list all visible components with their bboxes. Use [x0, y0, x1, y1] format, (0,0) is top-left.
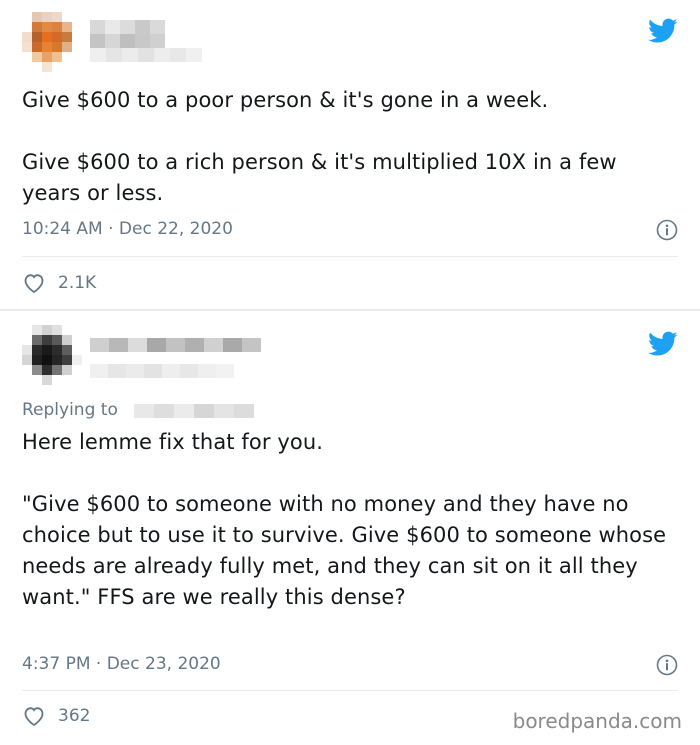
tweet-date: Dec 22, 2020: [118, 219, 233, 239]
display-name-redacted[interactable]: [90, 20, 165, 48]
like-button[interactable]: 362: [22, 705, 90, 727]
tweet-card: Give $600 to a poor person & it's gone i…: [0, 0, 700, 310]
twitter-bird-icon: [648, 18, 678, 43]
display-name-redacted[interactable]: [90, 338, 261, 352]
like-count: 2.1K: [58, 273, 97, 293]
username-redacted[interactable]: [90, 48, 202, 62]
like-count: 362: [58, 706, 91, 726]
divider: [22, 256, 678, 257]
twitter-bird-icon: [648, 331, 678, 356]
tweet-card: Replying to Here lemme fix that for you.…: [0, 310, 700, 745]
heart-icon: [24, 274, 44, 294]
replying-to-label: Replying to: [22, 400, 118, 420]
tweet-date: Dec 23, 2020: [106, 654, 221, 674]
info-icon[interactable]: [656, 219, 678, 241]
avatar[interactable]: [22, 325, 82, 385]
tweet-text: Here lemme fix that for you. "Give $600 …: [22, 430, 667, 609]
info-icon[interactable]: [656, 654, 678, 676]
tweet-timestamp[interactable]: 4:37 PM · Dec 23, 2020: [22, 654, 221, 674]
separator-dot: ·: [95, 654, 102, 674]
tweet-timestamp[interactable]: 10:24 AM · Dec 22, 2020: [22, 219, 233, 239]
avatar[interactable]: [22, 12, 82, 72]
tweet-text: Give $600 to a poor person & it's gone i…: [22, 88, 617, 205]
like-button[interactable]: 2.1K: [22, 272, 96, 294]
replying-to: Replying to: [22, 400, 118, 420]
divider: [22, 690, 678, 691]
username-redacted[interactable]: [90, 364, 234, 378]
watermark: boredpanda.com: [512, 709, 682, 733]
heart-icon: [24, 707, 44, 727]
tweet-time: 4:37 PM: [22, 654, 91, 674]
replying-to-handle-redacted[interactable]: [134, 404, 254, 418]
separator-dot: ·: [108, 219, 114, 239]
tweet-time: 10:24 AM: [22, 219, 103, 239]
